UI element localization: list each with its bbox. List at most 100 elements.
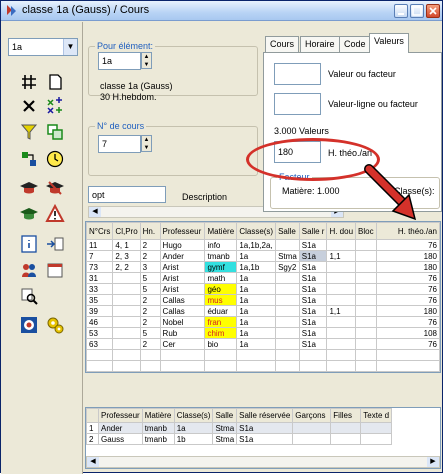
element-input[interactable]: 1a — [98, 52, 141, 70]
gears-icon[interactable] — [45, 315, 65, 335]
table-cell[interactable] — [355, 305, 377, 317]
table-cell[interactable] — [355, 250, 377, 262]
table-cell[interactable]: S1a — [298, 239, 328, 251]
table-cell[interactable] — [112, 360, 141, 372]
table-cell[interactable]: bio — [204, 338, 238, 350]
column-header[interactable]: Filles — [330, 408, 362, 423]
table-cell[interactable]: tmanb — [204, 250, 238, 262]
table-row[interactable]: 2 Gauss tmanb 1b Stma S1a — [86, 433, 393, 445]
table-cell[interactable]: 73 — [86, 261, 114, 273]
column-header[interactable]: Texte d — [360, 408, 393, 423]
table-cell[interactable] — [86, 349, 114, 361]
column-header[interactable]: N°Crs — [86, 222, 114, 240]
table-cell[interactable] — [159, 349, 206, 361]
table-cell[interactable] — [204, 360, 238, 372]
table-cell[interactable]: Arist — [159, 272, 206, 284]
table-cell[interactable]: 2 — [139, 316, 161, 328]
table-cell[interactable]: 76 — [375, 338, 440, 350]
table-cell[interactable]: 53 — [86, 327, 114, 339]
table-cell[interactable] — [355, 338, 377, 350]
table-cell[interactable]: Callas — [159, 294, 206, 306]
table-cell[interactable] — [375, 349, 440, 361]
description-input[interactable]: opt — [88, 186, 166, 203]
column-header[interactable]: Salle r — [298, 222, 328, 240]
link-icon[interactable] — [19, 149, 39, 169]
table-cell[interactable] — [275, 305, 300, 317]
table-cell[interactable] — [326, 338, 357, 350]
table-cell[interactable]: 2 — [139, 294, 161, 306]
table-cell[interactable]: Arist — [159, 261, 206, 273]
table-cell[interactable] — [275, 327, 300, 339]
table-cell[interactable] — [298, 349, 328, 361]
table-cell[interactable]: Stma — [275, 250, 300, 262]
document-icon[interactable] — [45, 72, 65, 92]
table-cell[interactable]: 2 — [139, 338, 161, 350]
table-cell[interactable] — [292, 433, 332, 445]
table-row[interactable]: 33 5 Arist géo 1a S1a 76 — [86, 283, 440, 295]
table-cell[interactable]: Stma — [212, 433, 238, 445]
table-cell[interactable]: éduar — [204, 305, 238, 317]
table-cell[interactable]: info — [204, 239, 238, 251]
column-header[interactable] — [86, 408, 99, 423]
column-header[interactable]: Classe(s) — [236, 222, 277, 240]
column-header[interactable]: Bloc — [355, 222, 377, 240]
table-row[interactable]: 11 4, 1 2 Hugo info 1a,1b,2a, S1a 76 — [86, 239, 440, 251]
element-spinner[interactable]: ▲ ▼ — [141, 52, 152, 69]
table-cell[interactable] — [236, 349, 277, 361]
table-cell[interactable]: 3 — [139, 261, 161, 273]
table-cell[interactable] — [112, 349, 141, 361]
table-cell[interactable] — [375, 360, 440, 372]
table-cell[interactable]: gymf — [204, 261, 238, 273]
table-row[interactable] — [86, 360, 440, 372]
table-cell[interactable]: chim — [204, 327, 238, 339]
table-cell[interactable] — [326, 294, 357, 306]
table-cell[interactable]: 180 — [375, 250, 440, 262]
table-cell[interactable]: Stma — [212, 422, 238, 434]
search-icon[interactable] — [19, 286, 39, 306]
spin-down-icon[interactable]: ▼ — [142, 61, 151, 69]
table-cell[interactable] — [275, 316, 300, 328]
bottom-horizontal-scrollbar[interactable]: ◀ ▶ — [86, 456, 440, 468]
table-cell[interactable] — [112, 327, 141, 339]
table-cell[interactable]: 180 — [375, 261, 440, 273]
minimize-button[interactable] — [394, 4, 408, 18]
table-cell[interactable] — [326, 272, 357, 284]
grid-tool-icon[interactable] — [19, 72, 39, 92]
column-header[interactable]: Salle réservée — [236, 408, 294, 423]
table-cell[interactable] — [355, 316, 377, 328]
table-cell[interactable]: 33 — [86, 283, 114, 295]
table-cell[interactable] — [326, 316, 357, 328]
table-cell[interactable]: 1a — [236, 283, 277, 295]
table-cell[interactable]: 35 — [86, 294, 114, 306]
table-cell[interactable] — [355, 360, 377, 372]
target-icon[interactable] — [19, 315, 39, 335]
table-cell[interactable] — [355, 294, 377, 306]
delete-x-icon[interactable] — [19, 96, 39, 116]
table-cell[interactable]: 5 — [139, 327, 161, 339]
table-cell[interactable]: Cer — [159, 338, 206, 350]
table-cell[interactable]: 1b — [173, 433, 214, 445]
table-cell[interactable]: 76 — [375, 272, 440, 284]
table-cell[interactable] — [236, 360, 277, 372]
table-cell[interactable]: 39 — [86, 305, 114, 317]
table-cell[interactable] — [112, 272, 141, 284]
table-cell[interactable]: 11 — [86, 239, 114, 251]
table-cell[interactable]: 4, 1 — [112, 239, 141, 251]
table-cell[interactable]: Hugo — [159, 239, 206, 251]
table-cell[interactable]: 2 — [139, 250, 161, 262]
table-cell[interactable] — [292, 422, 332, 434]
copy-icon[interactable] — [45, 122, 65, 142]
table-cell[interactable]: S1a — [236, 422, 294, 434]
column-header[interactable]: Professeur — [98, 408, 143, 423]
table-cell[interactable] — [330, 422, 362, 434]
table-cell[interactable]: 63 — [86, 338, 114, 350]
table-cell[interactable]: 7 — [86, 250, 114, 262]
table-cell[interactable]: S1a — [298, 338, 328, 350]
table-cell[interactable]: 76 — [375, 294, 440, 306]
table-cell[interactable]: 31 — [86, 272, 114, 284]
table-row[interactable]: 63 2 Cer bio 1a S1a 76 — [86, 338, 440, 350]
table-cell[interactable] — [275, 283, 300, 295]
table-cell[interactable]: 76 — [375, 283, 440, 295]
table-cell[interactable] — [330, 433, 362, 445]
table-cell[interactable] — [112, 294, 141, 306]
